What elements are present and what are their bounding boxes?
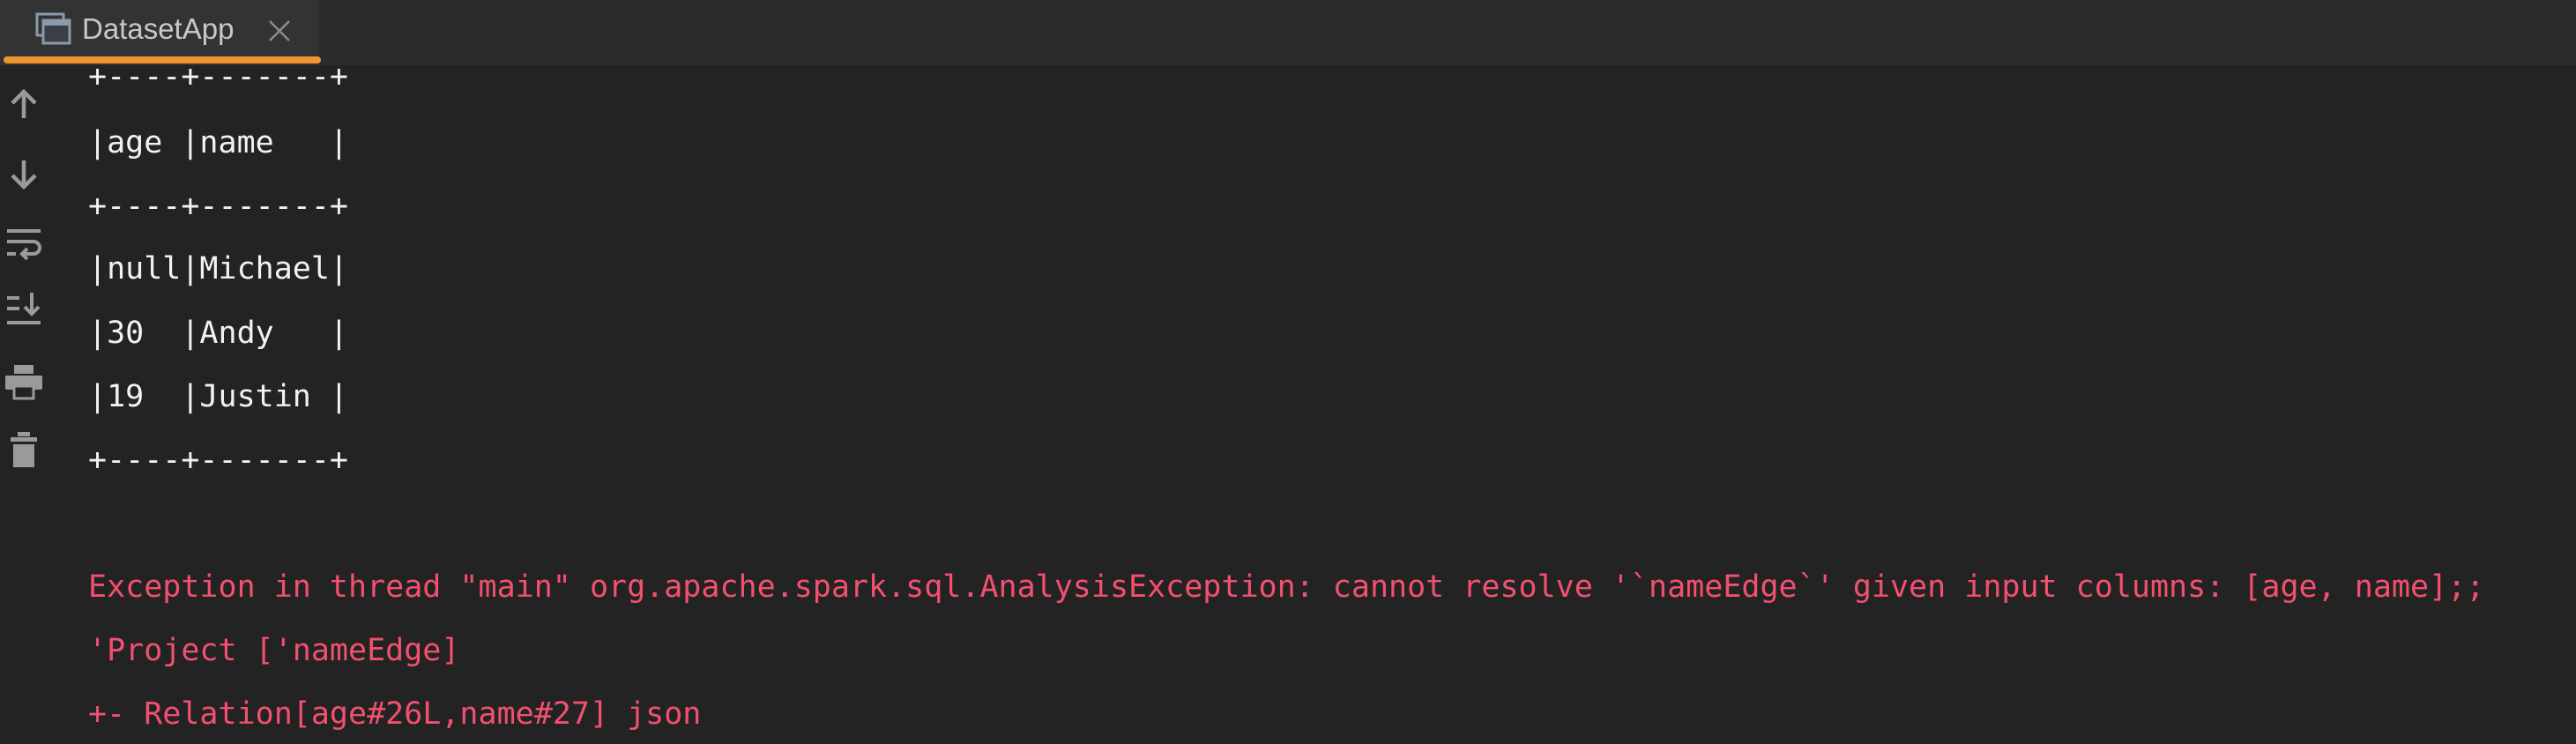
console-output[interactable]: +----+-------+ |age |name | +----+------…: [88, 65, 2576, 744]
error-line: +- Relation[age#26L,name#27] json: [88, 696, 702, 732]
soft-wrap-icon[interactable]: [2, 220, 46, 264]
active-tab-indicator: [4, 56, 321, 63]
arrow-down-icon[interactable]: [2, 152, 46, 196]
window-stack-icon: [35, 12, 71, 45]
console-line: +----+-------+: [88, 65, 349, 94]
console-line: |30 |Andy |: [88, 316, 349, 351]
error-line: Exception in thread "main" org.apache.sp…: [88, 569, 2485, 605]
console-toolbar: [0, 65, 49, 744]
console-line: +----+-------+: [88, 443, 349, 478]
console-line: +----+-------+: [88, 189, 349, 224]
editor-tab-bar: DatasetApp: [0, 0, 2576, 65]
scroll-to-end-icon[interactable]: [2, 287, 46, 331]
console-line: |null|Michael|: [88, 251, 349, 286]
error-line: 'Project ['nameEdge]: [88, 633, 460, 668]
trash-icon[interactable]: [2, 428, 46, 472]
console-line: |age |name |: [88, 125, 349, 160]
print-icon[interactable]: [2, 360, 46, 404]
console-line: |19 |Justin |: [88, 379, 349, 414]
arrow-up-icon[interactable]: [2, 83, 46, 127]
close-icon[interactable]: [266, 14, 293, 44]
tab-datasetapp[interactable]: DatasetApp: [0, 0, 321, 65]
tab-title: DatasetApp: [82, 12, 235, 45]
